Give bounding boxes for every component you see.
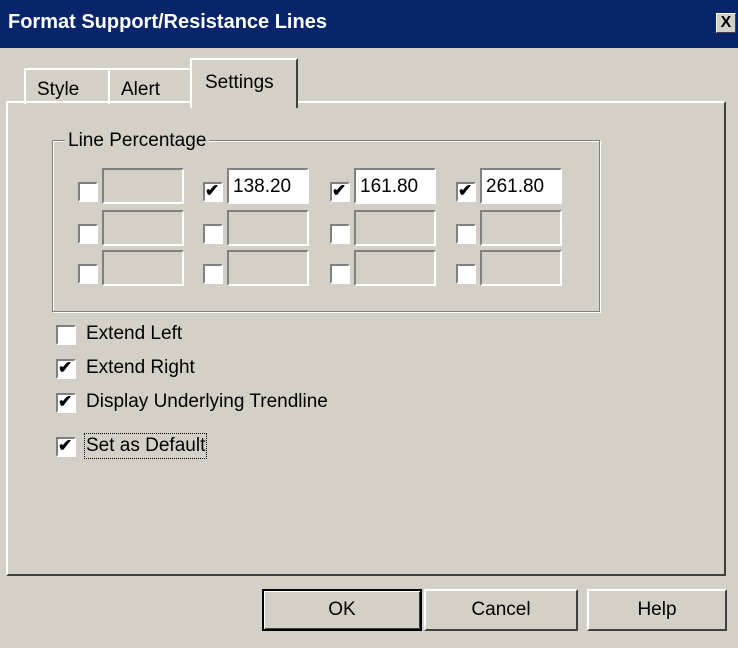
close-icon: X [720, 14, 732, 31]
tab-style[interactable]: Style [24, 68, 110, 104]
help-button[interactable]: Help [587, 589, 727, 631]
extend-left-label[interactable]: Extend Left [86, 323, 182, 345]
format-dialog: Format Support/Resistance Lines X Style … [0, 0, 738, 648]
display-trendline-checkbox[interactable] [56, 392, 76, 413]
line-pct-checkbox[interactable] [330, 181, 350, 202]
line-pct-field[interactable] [102, 250, 184, 286]
extend-right-checkbox[interactable] [56, 358, 76, 379]
line-pct-field[interactable] [227, 210, 309, 246]
line-pct-field[interactable] [102, 210, 184, 246]
tab-alert[interactable]: Alert [108, 68, 192, 104]
line-pct-checkbox[interactable] [78, 182, 98, 202]
window-title: Format Support/Resistance Lines [8, 11, 327, 33]
line-pct-checkbox[interactable] [78, 224, 98, 244]
title-bar[interactable]: Format Support/Resistance Lines X [0, 0, 738, 48]
line-pct-checkbox[interactable] [78, 264, 98, 284]
display-trendline-label[interactable]: Display Underlying Trendline [86, 391, 328, 413]
ok-button[interactable]: OK [262, 589, 422, 631]
line-pct-checkbox[interactable] [456, 264, 476, 284]
line-pct-checkbox[interactable] [330, 264, 350, 284]
set-as-default-label[interactable]: Set as Default [83, 433, 208, 459]
cancel-button[interactable]: Cancel [424, 589, 578, 631]
line-pct-checkbox[interactable] [330, 224, 350, 244]
line-percentage-label: Line Percentage [65, 130, 210, 152]
line-pct-field[interactable] [480, 250, 562, 286]
line-pct-field[interactable] [354, 250, 436, 286]
line-pct-checkbox[interactable] [203, 181, 223, 202]
close-button[interactable]: X [716, 13, 736, 33]
line-pct-field[interactable]: 138.20 [227, 168, 309, 204]
line-pct-checkbox[interactable] [456, 181, 476, 202]
line-pct-field[interactable] [480, 210, 562, 246]
line-pct-field[interactable] [227, 250, 309, 286]
line-pct-field[interactable] [354, 210, 436, 246]
extend-right-label[interactable]: Extend Right [86, 357, 195, 379]
line-pct-checkbox[interactable] [203, 264, 223, 284]
line-pct-field[interactable] [102, 168, 184, 204]
line-pct-field[interactable]: 261.80 [480, 168, 562, 204]
line-pct-checkbox[interactable] [456, 224, 476, 244]
line-pct-checkbox[interactable] [203, 224, 223, 244]
tab-settings[interactable]: Settings [190, 58, 298, 108]
line-pct-field[interactable]: 161.80 [354, 168, 436, 204]
set-as-default-checkbox[interactable] [56, 436, 76, 457]
extend-left-checkbox[interactable] [56, 325, 76, 345]
